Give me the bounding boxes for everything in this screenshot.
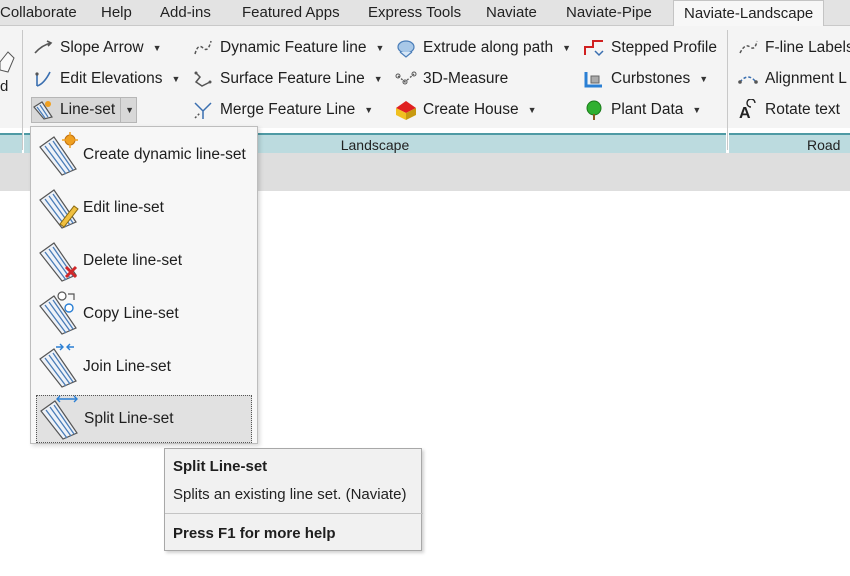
- edit-elevations-button[interactable]: Edit Elevations ▼: [32, 66, 180, 92]
- tab-naviate-landscape[interactable]: Naviate-Landscape: [673, 0, 825, 28]
- menu-item-join-line-set[interactable]: Join Line-set: [36, 343, 252, 391]
- line-set-dropdown-menu: Create dynamic line-set Edit line-set De…: [30, 126, 258, 444]
- left-partial-label: d: [0, 78, 9, 95]
- plant-data-label: Plant Data: [611, 101, 684, 118]
- menu-item-delete-line-set[interactable]: Delete line-set: [36, 237, 252, 285]
- rotate-text-button[interactable]: A Rotate text: [737, 97, 840, 123]
- chevron-down-icon[interactable]: ▼: [153, 35, 162, 61]
- stepped-profile-label: Stepped Profile: [611, 39, 717, 56]
- measure-3d-label: 3D-Measure: [423, 70, 509, 87]
- tab-naviate[interactable]: Naviate: [486, 0, 537, 26]
- copy-line-set-icon: [39, 291, 77, 335]
- menu-item-copy-line-set[interactable]: Copy Line-set: [36, 290, 252, 338]
- rotate-text-label: Rotate text: [765, 101, 840, 118]
- stepped-profile-button[interactable]: Stepped Profile: [583, 35, 717, 61]
- road-panel-title[interactable]: Road L: [729, 133, 850, 173]
- slope-arrow-label: Slope Arrow: [60, 39, 144, 56]
- tooltip-divider: [165, 513, 423, 514]
- create-house-button[interactable]: Create House ▼: [395, 97, 537, 123]
- merge-feature-line-button[interactable]: Merge Feature Line ▼: [192, 97, 373, 123]
- measure-3d-icon: [395, 71, 417, 85]
- curbstones-icon: [584, 72, 602, 88]
- curbstones-button[interactable]: Curbstones ▼: [583, 66, 708, 92]
- tab-naviate-pipe[interactable]: Naviate-Pipe: [566, 0, 652, 26]
- menu-item-label: Delete line-set: [83, 252, 183, 269]
- left-partial-button[interactable]: d: [0, 48, 18, 100]
- merge-feature-line-label: Merge Feature Line: [220, 101, 356, 118]
- plant-data-icon: [586, 100, 602, 120]
- plant-data-button[interactable]: Plant Data ▼: [583, 97, 701, 123]
- menu-item-split-line-set[interactable]: Split Line-set: [36, 395, 252, 443]
- create-dynamic-line-set-icon: [39, 132, 78, 176]
- tab-help[interactable]: Help: [101, 0, 132, 26]
- split-line-set-icon: [40, 395, 78, 440]
- menu-item-edit-line-set[interactable]: Edit line-set: [36, 184, 252, 232]
- menu-item-label: Split Line-set: [84, 410, 174, 427]
- alignment-labels-label: Alignment L: [765, 70, 847, 87]
- chevron-down-icon[interactable]: ▼: [375, 35, 384, 61]
- create-house-label: Create House: [423, 101, 519, 118]
- f-line-labels-button[interactable]: F-line Labels: [737, 35, 850, 61]
- edit-elevations-label: Edit Elevations: [60, 70, 163, 87]
- line-set-icon: [33, 101, 53, 120]
- menu-item-label: Join Line-set: [83, 358, 171, 375]
- tooltip-description: Splits an existing line set. (Naviate): [173, 486, 407, 503]
- partial-tool-icon: [0, 51, 15, 73]
- surface-feature-line-label: Surface Feature Line: [220, 70, 365, 87]
- surface-feature-line-icon: [194, 71, 212, 87]
- curbstones-label: Curbstones: [611, 70, 691, 87]
- left-panel-title: [0, 133, 22, 153]
- chevron-down-icon[interactable]: ▼: [364, 97, 373, 123]
- dynamic-feature-line-label: Dynamic Feature line: [220, 39, 367, 56]
- extrude-along-path-icon: [397, 40, 415, 58]
- chevron-down-icon[interactable]: ▼: [172, 66, 181, 92]
- create-house-icon: [396, 101, 416, 120]
- menu-item-create-dynamic-line-set[interactable]: Create dynamic line-set: [36, 131, 252, 179]
- slope-arrow-icon: [34, 40, 53, 54]
- measure-3d-button[interactable]: 3D-Measure: [395, 66, 508, 92]
- chevron-down-icon[interactable]: ▼: [692, 97, 701, 123]
- rotate-text-icon: A: [739, 99, 756, 121]
- f-line-labels-label: F-line Labels: [765, 39, 850, 56]
- chevron-down-icon[interactable]: ▼: [120, 98, 134, 122]
- dynamic-feature-line-button[interactable]: Dynamic Feature line ▼: [192, 35, 384, 61]
- tab-collaborate[interactable]: Collaborate: [0, 0, 77, 26]
- tab-express-tools[interactable]: Express Tools: [368, 0, 461, 26]
- extrude-along-path-label: Extrude along path: [423, 39, 554, 56]
- line-set-button[interactable]: Line-set ▼: [31, 97, 138, 123]
- tooltip-help-hint: Press F1 for more help: [173, 525, 336, 542]
- merge-feature-line-icon: [194, 102, 212, 119]
- split-line-set-tooltip: Split Line-set Splits an existing line s…: [164, 448, 423, 551]
- line-set-label: Line-set: [60, 101, 116, 118]
- slope-arrow-button[interactable]: Slope Arrow ▼: [32, 35, 162, 61]
- stepped-profile-icon: [584, 40, 604, 57]
- tab-add-ins[interactable]: Add-ins: [160, 0, 211, 26]
- panel-divider: [727, 30, 728, 150]
- ribbon-tab-bar: Collaborate Help Add-ins Featured Apps E…: [0, 0, 850, 28]
- edit-line-set-icon: [39, 189, 79, 229]
- delete-line-set-icon: [39, 242, 78, 282]
- menu-item-label: Edit line-set: [83, 199, 164, 216]
- surface-feature-line-button[interactable]: Surface Feature Line ▼: [192, 66, 383, 92]
- svg-text:A: A: [739, 105, 751, 121]
- chevron-down-icon[interactable]: ▼: [699, 66, 708, 92]
- alignment-labels-button[interactable]: Alignment L: [737, 66, 847, 92]
- extrude-along-path-button[interactable]: Extrude along path ▼: [395, 35, 571, 61]
- chevron-down-icon[interactable]: ▼: [528, 97, 537, 123]
- tooltip-title: Split Line-set: [173, 458, 268, 475]
- menu-item-label: Create dynamic line-set: [83, 146, 246, 163]
- chevron-down-icon[interactable]: ▼: [374, 66, 383, 92]
- join-line-set-icon: [39, 343, 77, 388]
- menu-item-label: Copy Line-set: [83, 305, 179, 322]
- f-line-labels-icon: [739, 40, 758, 54]
- dynamic-feature-line-icon: [194, 40, 212, 55]
- alignment-labels-icon: [738, 76, 758, 84]
- tab-featured-apps[interactable]: Featured Apps: [242, 0, 340, 26]
- edit-elevations-icon: [35, 71, 51, 87]
- panel-divider: [22, 30, 23, 150]
- chevron-down-icon[interactable]: ▼: [562, 35, 571, 61]
